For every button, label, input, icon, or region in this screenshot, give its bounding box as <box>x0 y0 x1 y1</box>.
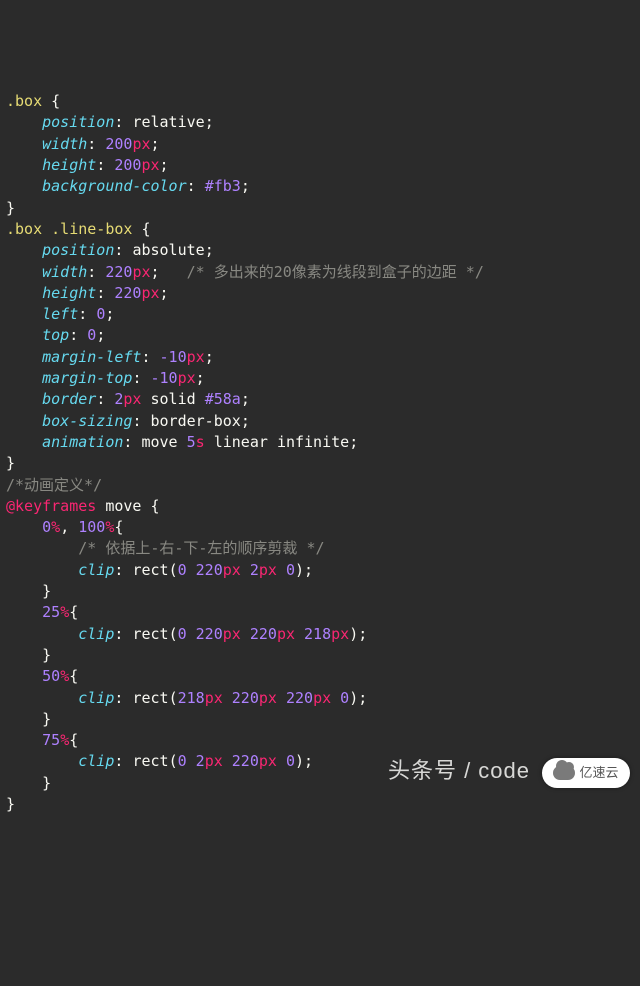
logo-text: 亿速云 <box>579 764 618 782</box>
watermark-text: 头条号 / code <box>388 755 530 786</box>
cloud-icon <box>553 766 575 780</box>
logo-badge: 亿速云 <box>542 758 630 788</box>
css-code-block: .box { position: relative; width: 200px;… <box>0 91 640 815</box>
